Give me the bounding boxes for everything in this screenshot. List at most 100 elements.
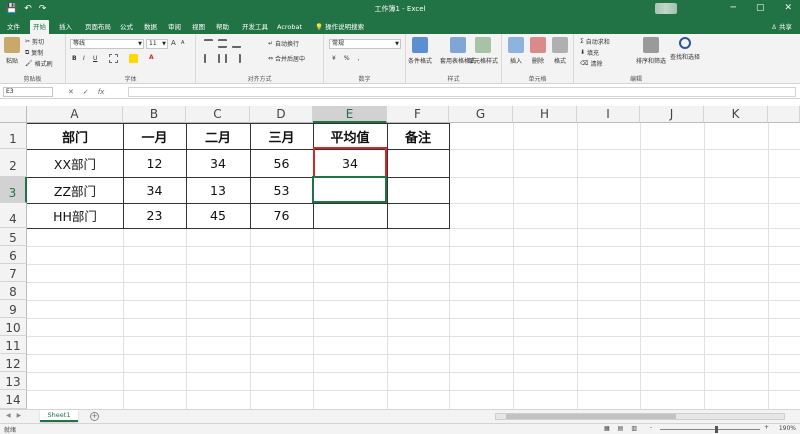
row-header-12[interactable]: 12 xyxy=(0,354,27,372)
paste-button[interactable]: 粘贴 xyxy=(4,37,20,65)
fill-color-button[interactable] xyxy=(129,54,138,63)
zoom-slider[interactable] xyxy=(660,426,760,433)
column-header-f[interactable]: F xyxy=(387,106,449,123)
row-header-5[interactable]: 5 xyxy=(0,228,27,246)
column-header-d[interactable]: D xyxy=(250,106,313,123)
cell-c1[interactable]: 二月 xyxy=(186,123,250,149)
font-color-button[interactable]: A xyxy=(149,54,154,61)
sheet-tab-sheet1[interactable]: Sheet1 xyxy=(40,410,78,422)
cell-e4[interactable] xyxy=(313,203,387,228)
font-name-combo[interactable]: 等线 ▼ xyxy=(70,39,144,49)
cell-b2[interactable]: 12 xyxy=(123,149,186,177)
borders-button[interactable] xyxy=(109,54,118,63)
column-header-e[interactable]: E xyxy=(313,106,387,123)
column-header-i[interactable]: I xyxy=(577,106,640,123)
number-format-buttons[interactable]: ¥%, xyxy=(332,55,359,62)
formula-input[interactable] xyxy=(128,87,796,97)
worksheet-grid[interactable]: A B C D E F G H I J K 1 2 3 4 5 6 7 8 9 … xyxy=(0,106,800,409)
row-header-11[interactable]: 11 xyxy=(0,336,27,354)
find-select-button[interactable]: 查找和选择 xyxy=(670,37,700,61)
page-layout-view-icon[interactable]: ▤ xyxy=(618,425,624,432)
cell-d4[interactable]: 76 xyxy=(250,203,313,228)
cell-f1[interactable]: 备注 xyxy=(387,123,449,149)
tell-me-search[interactable]: 💡 操作说明搜索 xyxy=(312,20,367,34)
cell-a2[interactable]: XX部门 xyxy=(27,149,123,177)
page-break-view-icon[interactable]: ▥ xyxy=(631,425,637,432)
next-sheet-icon[interactable]: ▶ xyxy=(17,412,22,419)
cell-f3[interactable] xyxy=(387,177,449,203)
tab-help[interactable]: 帮助 xyxy=(213,20,232,34)
copy-button[interactable]: ⧉ 复制 xyxy=(25,48,43,58)
column-header-next[interactable] xyxy=(768,106,800,123)
zoom-in-button[interactable]: + xyxy=(764,424,769,431)
tab-data[interactable]: 数据 xyxy=(141,20,160,34)
conditional-format-button[interactable]: 条件格式 xyxy=(408,37,432,65)
column-header-c[interactable]: C xyxy=(186,106,250,123)
account-avatar[interactable] xyxy=(655,3,677,14)
row-header-10[interactable]: 10 xyxy=(0,318,27,336)
cut-button[interactable]: ✂ 剪切 xyxy=(25,37,44,46)
select-all-corner[interactable] xyxy=(0,106,27,123)
column-header-h[interactable]: H xyxy=(513,106,577,123)
fill-button[interactable]: ⬇ 填充 xyxy=(580,48,599,57)
row-header-8[interactable]: 8 xyxy=(0,282,27,300)
insert-function-icon[interactable]: fx xyxy=(98,86,105,98)
clear-button[interactable]: ⌫ 清除 xyxy=(580,59,603,68)
cell-e3[interactable] xyxy=(313,177,387,203)
row-header-4[interactable]: 4 xyxy=(0,203,27,228)
cell-d2[interactable]: 56 xyxy=(250,149,313,177)
cell-e1[interactable]: 平均值 xyxy=(313,123,387,149)
row-header-7[interactable]: 7 xyxy=(0,264,27,282)
tab-insert[interactable]: 插入 xyxy=(56,20,75,34)
vertical-align-buttons[interactable] xyxy=(204,39,241,48)
row-header-3[interactable]: 3 xyxy=(0,177,27,203)
restore-button[interactable]: ▢ xyxy=(756,2,765,15)
cell-d3[interactable]: 53 xyxy=(250,177,313,203)
tab-acrobat[interactable]: Acrobat xyxy=(274,20,305,34)
format-painter-button[interactable]: 🖌 格式刷 xyxy=(25,59,53,68)
cell-b3[interactable]: 34 xyxy=(123,177,186,203)
share-button[interactable]: ♙ 共享 xyxy=(771,20,792,34)
bold-button[interactable]: B xyxy=(72,55,77,62)
cell-f2[interactable] xyxy=(387,149,449,177)
tab-page-layout[interactable]: 页面布局 xyxy=(82,20,114,34)
tab-view[interactable]: 视图 xyxy=(189,20,208,34)
cell-c2[interactable]: 34 xyxy=(186,149,250,177)
row-header-14[interactable]: 14 xyxy=(0,390,27,409)
underline-button[interactable]: U xyxy=(93,55,97,62)
tab-home[interactable]: 开始 xyxy=(30,20,49,34)
row-header-1[interactable]: 1 xyxy=(0,123,27,149)
format-cells-button[interactable]: 格式 xyxy=(552,37,568,65)
column-header-b[interactable]: B xyxy=(123,106,186,123)
font-size-combo[interactable]: 11 ▼ xyxy=(146,39,168,49)
grow-font-button[interactable]: A xyxy=(171,39,176,47)
column-header-a[interactable]: A xyxy=(27,106,123,123)
name-box[interactable]: E3 xyxy=(3,87,53,97)
number-format-combo[interactable]: 常规 ▼ xyxy=(329,39,401,49)
zoom-slider-knob[interactable] xyxy=(715,426,718,433)
zoom-level[interactable]: 190% xyxy=(779,425,796,432)
italic-button[interactable]: I xyxy=(83,55,85,62)
insert-cells-button[interactable]: 插入 xyxy=(508,37,524,65)
normal-view-icon[interactable]: ▦ xyxy=(604,425,610,432)
close-button[interactable]: ✕ xyxy=(784,2,792,15)
row-header-6[interactable]: 6 xyxy=(0,246,27,264)
horizontal-align-buttons[interactable] xyxy=(204,54,241,63)
sort-filter-button[interactable]: 排序和筛选 xyxy=(636,37,666,65)
cell-b4[interactable]: 23 xyxy=(123,203,186,228)
wrap-text-button[interactable]: ↵ 自动换行 xyxy=(268,39,299,48)
cancel-icon[interactable]: ✕ xyxy=(68,86,74,98)
cell-styles-button[interactable]: 单元格样式 xyxy=(468,37,498,65)
column-header-g[interactable]: G xyxy=(449,106,513,123)
row-header-13[interactable]: 13 xyxy=(0,372,27,390)
horizontal-scrollbar[interactable] xyxy=(495,413,785,420)
delete-cells-button[interactable]: 删除 xyxy=(530,37,546,65)
column-header-j[interactable]: J xyxy=(640,106,704,123)
tab-developer[interactable]: 开发工具 xyxy=(239,20,271,34)
cell-c3[interactable]: 13 xyxy=(186,177,250,203)
cell-a3[interactable]: ZZ部门 xyxy=(27,177,123,203)
cell-d1[interactable]: 三月 xyxy=(250,123,313,149)
add-sheet-button[interactable]: + xyxy=(90,412,99,421)
row-header-9[interactable]: 9 xyxy=(0,300,27,318)
enter-icon[interactable]: ✓ xyxy=(83,86,89,98)
